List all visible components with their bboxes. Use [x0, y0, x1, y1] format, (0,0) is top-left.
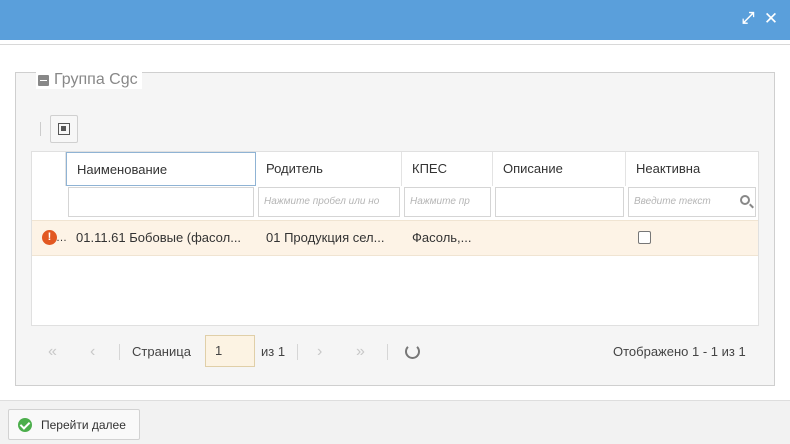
group-legend[interactable]: Группа Cgc [36, 71, 142, 89]
proceed-button-label: Перейти далее [41, 417, 126, 432]
filter-kpes-input[interactable]: Нажмите пр [404, 187, 491, 217]
check-circle-icon [18, 417, 32, 432]
filter-inactive: Введите текст [626, 186, 758, 218]
cell-name: 01.11.61 Бобовые (фасол... [76, 230, 242, 245]
last-page-icon[interactable]: » [356, 344, 365, 360]
header-status-column [32, 152, 66, 186]
inactive-checkbox[interactable] [638, 231, 651, 244]
filter-description [493, 186, 626, 218]
cell-description [493, 221, 626, 255]
header-inactive[interactable]: Неактивна [626, 152, 758, 186]
cell-parent: 01 Продукция сел... [266, 230, 385, 245]
first-page-icon[interactable]: « [48, 344, 57, 360]
pager-separator [387, 344, 388, 360]
header-name[interactable]: Наименование [66, 152, 256, 186]
next-page-icon[interactable]: › [317, 344, 322, 360]
row-ellipsis: … [56, 232, 67, 244]
search-icon[interactable] [740, 195, 750, 205]
close-icon[interactable]: ✕ [763, 10, 779, 27]
pager-separator [297, 344, 298, 360]
filter-kpes: Нажмите пр [402, 186, 493, 218]
cell-kpes: Фасоль,... [412, 230, 472, 245]
refresh-icon[interactable] [405, 344, 420, 359]
dialog-footer: Перейти далее [0, 401, 790, 444]
divider [0, 44, 790, 45]
filter-parent-input[interactable]: Нажмите пробел или но [258, 187, 400, 217]
maximize-icon[interactable]: ⤢ [740, 11, 756, 27]
filter-parent: Нажмите пробел или но [256, 186, 402, 218]
header-parent[interactable]: Родитель [256, 152, 402, 186]
collapse-icon[interactable] [38, 74, 49, 86]
pagination-bar: « ‹ Страница 1 из 1 › » Отображено 1 - 1… [31, 330, 759, 374]
proceed-button[interactable]: Перейти далее [8, 409, 140, 440]
filter-inactive-input[interactable]: Введите текст [628, 187, 756, 217]
group-title: Группа Cgc [54, 71, 138, 88]
filter-name-input[interactable] [68, 187, 254, 217]
filter-name [66, 186, 256, 218]
filter-description-input[interactable] [495, 187, 624, 217]
paging-summary: Отображено 1 - 1 из 1 [613, 344, 746, 359]
page-number-input[interactable]: 1 [205, 335, 255, 367]
select-icon [58, 123, 70, 135]
table-row[interactable]: ! … 01.11.61 Бобовые (фасол... 01 Продук… [32, 220, 758, 256]
header-kpes[interactable]: КПЕС [402, 152, 493, 186]
page-label: Страница [132, 344, 191, 359]
toolbar-separator [40, 122, 41, 136]
pager-separator [119, 344, 120, 360]
window-titlebar: ⤢ ✕ [0, 0, 790, 40]
select-all-button[interactable] [50, 115, 78, 143]
prev-page-icon[interactable]: ‹ [90, 344, 95, 360]
header-description[interactable]: Описание [493, 152, 626, 186]
data-grid: Наименование Родитель КПЕС Описание Неак… [31, 151, 759, 326]
page-count-label: из 1 [261, 344, 286, 359]
